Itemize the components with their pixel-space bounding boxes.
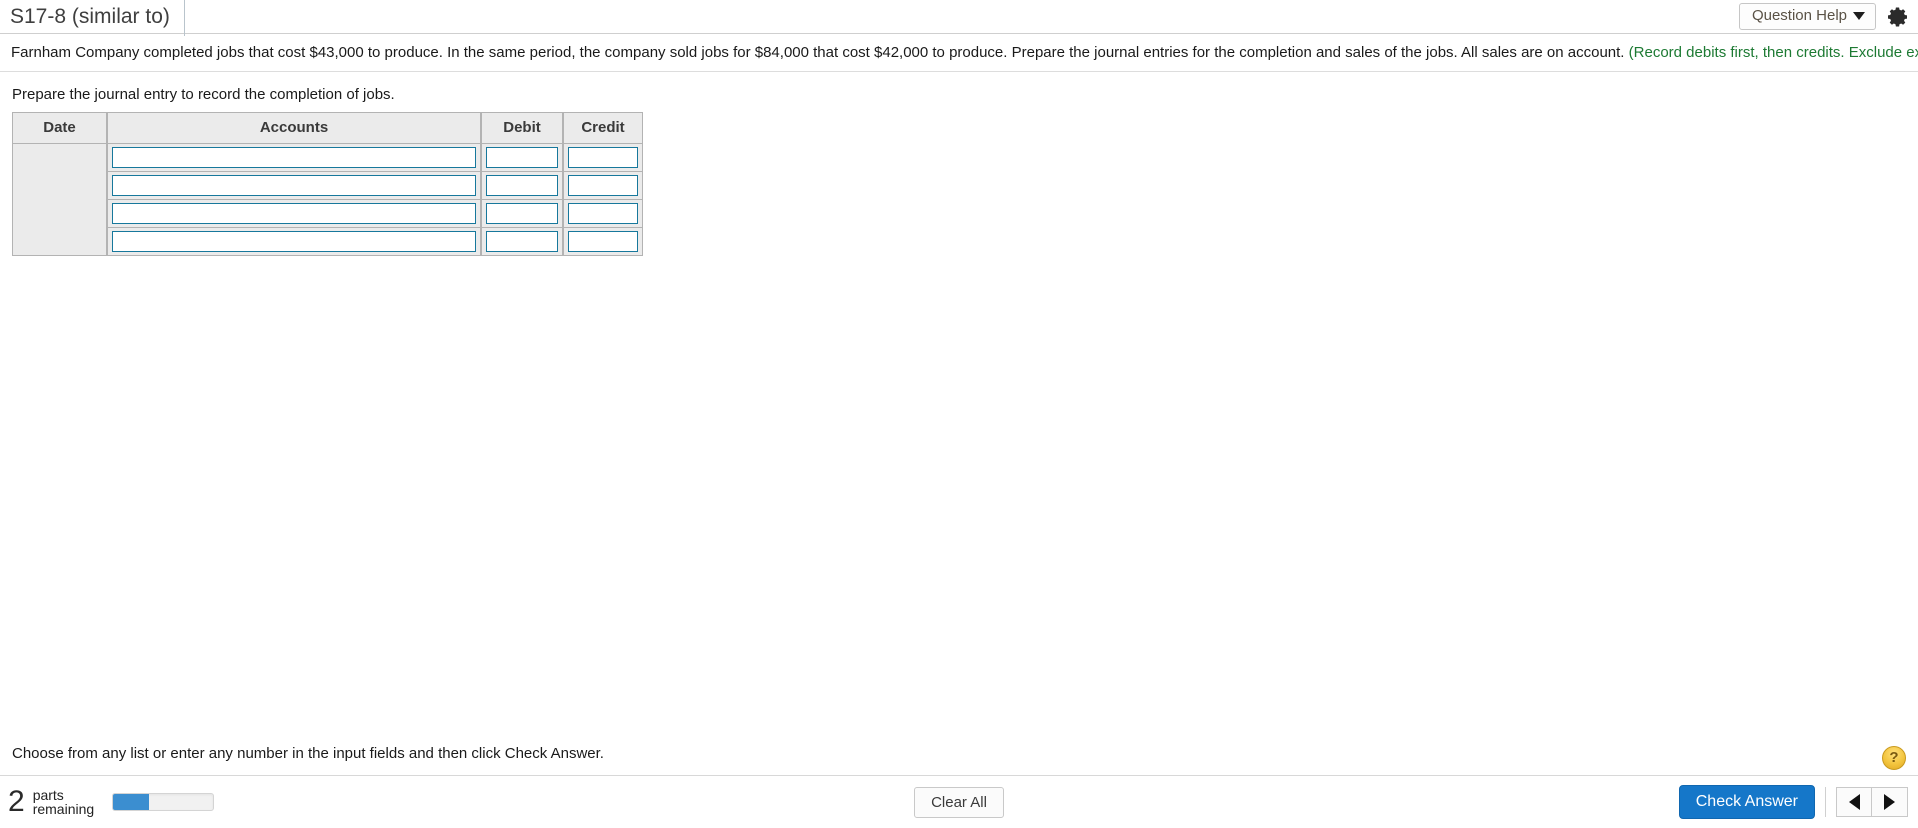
parts-remaining-indicator: 2 parts remaining xyxy=(8,785,215,818)
question-help-label: Question Help xyxy=(1751,7,1847,24)
credit-cell xyxy=(563,228,643,256)
question-id-tab: S17-8 (similar to) xyxy=(0,0,185,36)
footer-right-controls: Check Answer xyxy=(1678,785,1908,819)
table-row xyxy=(12,200,643,228)
triangle-left-icon xyxy=(1848,794,1860,810)
journal-table-wrapper: Date Accounts Debit Credit xyxy=(0,112,1918,256)
column-header-credit: Credit xyxy=(563,112,643,144)
parts-remaining-count: 2 xyxy=(8,785,25,818)
date-cell[interactable] xyxy=(12,144,107,256)
journal-body xyxy=(12,144,643,256)
top-bar: S17-8 (similar to) Question Help xyxy=(0,0,1918,36)
credit-cell xyxy=(563,144,643,172)
debit-cell xyxy=(481,144,563,172)
column-header-debit: Debit xyxy=(481,112,563,144)
clear-all-button[interactable]: Clear All xyxy=(914,786,1004,818)
accounts-input-row-2[interactable] xyxy=(112,175,476,196)
column-header-accounts: Accounts xyxy=(107,112,481,144)
question-help-button[interactable]: Question Help xyxy=(1738,3,1876,30)
next-question-button[interactable] xyxy=(1872,787,1908,817)
triangle-right-icon xyxy=(1884,794,1895,810)
question-statement: Farnham Company completed jobs that cost… xyxy=(0,34,1918,72)
credit-cell xyxy=(563,172,643,200)
check-answer-button[interactable]: Check Answer xyxy=(1678,785,1815,819)
accounts-input-row-4[interactable] xyxy=(112,231,476,252)
accounts-input-row-1[interactable] xyxy=(112,147,476,168)
parts-remaining-label: parts remaining xyxy=(32,787,95,817)
table-row xyxy=(12,228,643,256)
debit-input-row-1[interactable] xyxy=(486,147,558,168)
debit-cell xyxy=(481,228,563,256)
credit-cell xyxy=(563,200,643,228)
previous-question-button[interactable] xyxy=(1836,787,1872,817)
table-row xyxy=(12,172,643,200)
footer-center: Clear All xyxy=(0,786,1918,818)
debit-cell xyxy=(481,200,563,228)
bottom-instruction-text: Choose from any list or enter any number… xyxy=(12,745,604,762)
accounts-cell xyxy=(107,228,481,256)
statement-text: Farnham Company completed jobs that cost… xyxy=(11,44,1629,61)
chevron-down-icon xyxy=(1853,12,1865,20)
top-right-controls: Question Help xyxy=(1738,3,1910,30)
column-header-date: Date xyxy=(12,112,107,144)
credit-input-row-4[interactable] xyxy=(568,231,638,252)
accounts-cell xyxy=(107,144,481,172)
accounts-cell xyxy=(107,172,481,200)
debit-cell xyxy=(481,172,563,200)
part-prompt: Prepare the journal entry to record the … xyxy=(12,86,395,103)
progress-bar xyxy=(112,793,215,811)
credit-input-row-2[interactable] xyxy=(568,175,638,196)
journal-header-row: Date Accounts Debit Credit xyxy=(12,112,643,144)
statement-hint: (Record debits first, then credits. Excl… xyxy=(1628,44,1918,61)
footer-bar: 2 parts remaining Clear All Check Answer xyxy=(0,776,1918,828)
journal-entry-table: Date Accounts Debit Credit xyxy=(12,112,643,256)
bottom-instruction-bar: Choose from any list or enter any number… xyxy=(0,745,1918,776)
credit-input-row-3[interactable] xyxy=(568,203,638,224)
accounts-cell xyxy=(107,200,481,228)
table-row xyxy=(12,144,643,256)
gear-icon[interactable] xyxy=(1886,5,1910,29)
navigation-buttons xyxy=(1825,787,1908,817)
debit-input-row-2[interactable] xyxy=(486,175,558,196)
debit-input-row-3[interactable] xyxy=(486,203,558,224)
credit-input-row-1[interactable] xyxy=(568,147,638,168)
accounts-input-row-3[interactable] xyxy=(112,203,476,224)
help-icon[interactable]: ? xyxy=(1882,746,1906,770)
debit-input-row-4[interactable] xyxy=(486,231,558,252)
progress-bar-fill xyxy=(113,794,150,810)
